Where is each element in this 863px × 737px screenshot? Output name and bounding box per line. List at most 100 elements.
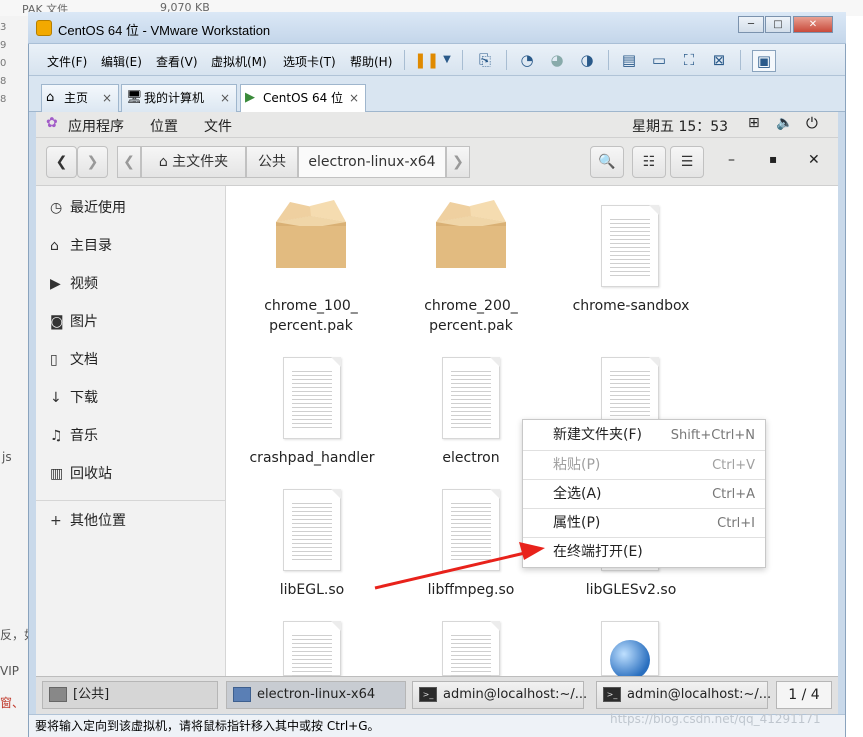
menu-vm[interactable]: 虚拟机(M) xyxy=(211,53,267,70)
minimize-button[interactable]: ─ xyxy=(738,16,764,33)
clock[interactable]: 星期五 15：53 xyxy=(632,116,728,136)
maximize-button[interactable]: □ xyxy=(765,16,791,33)
menu-item-select-all[interactable]: 全选(A) Ctrl+A xyxy=(523,479,765,509)
taskbar-item-electron[interactable]: electron-linux-x64 xyxy=(226,681,406,709)
menu-item-open-terminal[interactable]: 在终端打开(E) xyxy=(523,537,765,567)
host-fragment: VIP xyxy=(0,664,19,678)
network-icon[interactable]: ⊞ xyxy=(748,115,760,131)
sidebar-item-music[interactable]: ♫ 音乐 xyxy=(50,424,98,448)
send-keys-icon[interactable]: ⎘ xyxy=(474,50,496,70)
tab-close-icon[interactable]: × xyxy=(349,85,359,111)
console-view-icon[interactable]: ▣ xyxy=(752,50,776,72)
tab-close-icon[interactable]: × xyxy=(102,85,112,111)
toolbar-separator xyxy=(462,50,463,70)
menu-item-new-folder[interactable]: 新建文件夹(F) Shift+Ctrl+N xyxy=(523,421,765,450)
menu-item-shortcut: Ctrl+V xyxy=(712,458,755,473)
sidebar-item-other-locations[interactable]: + 其他位置 xyxy=(50,509,126,533)
sidebar-item-home[interactable]: ⌂ 主目录 xyxy=(50,234,112,258)
power-icon[interactable]: ⏻ xyxy=(806,114,818,132)
folder-icon xyxy=(233,687,251,702)
menu-tabs[interactable]: 选项卡(T) xyxy=(283,53,336,70)
pause-icon[interactable]: ❚❚ xyxy=(414,50,439,70)
tab-centos[interactable]: ▶ CentOS 64 位 × xyxy=(240,84,366,113)
sidebar-item-videos[interactable]: ▶ 视频 xyxy=(50,272,98,296)
host-fragment: 窗、 xyxy=(0,696,25,710)
document-icon[interactable] xyxy=(442,357,500,439)
taskbar-item-public[interactable]: [公共] xyxy=(42,681,218,709)
sidebar-item-downloads[interactable]: ↓ 下载 xyxy=(50,386,98,410)
sidebar-item-trash[interactable]: ▥ 回收站 xyxy=(50,462,112,486)
tab-close-icon[interactable]: × xyxy=(220,85,230,111)
menu-help[interactable]: 帮助(H) xyxy=(350,53,392,70)
library-icon[interactable]: ▤ xyxy=(618,50,640,70)
menu-item-label: 粘贴(P) xyxy=(553,457,601,473)
package-icon xyxy=(436,200,506,268)
chevron-down-icon[interactable]: ▼ xyxy=(436,50,458,70)
toolbar-separator xyxy=(740,50,741,70)
activities-icon[interactable]: ✿ xyxy=(46,115,58,131)
taskbar-item-label: electron-linux-x64 xyxy=(257,687,376,702)
file-name: libGLESv2.so xyxy=(585,582,677,598)
menu-view[interactable]: 查看(V) xyxy=(156,53,198,70)
sidebar-item-documents[interactable]: ▯ 文档 xyxy=(50,348,98,372)
document-icon[interactable] xyxy=(283,621,341,677)
taskbar-item-terminal-1[interactable]: >_ admin@localhost:~/... xyxy=(412,681,587,709)
document-icon[interactable] xyxy=(442,621,500,677)
file-item[interactable] xyxy=(432,198,510,276)
sidebar-item-pictures[interactable]: ◙ 图片 xyxy=(50,310,98,334)
fullscreen-icon[interactable]: ⛶ xyxy=(678,50,700,70)
close-button[interactable]: ✕ xyxy=(793,16,833,33)
sidebar-item-label: 下载 xyxy=(70,390,98,406)
snapshot-icon[interactable]: ◔ xyxy=(516,50,538,70)
volume-icon[interactable]: 🔈 xyxy=(776,115,793,131)
sidebar-item-label: 文档 xyxy=(70,352,98,368)
document-icon[interactable] xyxy=(283,357,341,439)
web-file-icon[interactable] xyxy=(601,621,659,680)
tab-home[interactable]: ⌂ 主页 × xyxy=(41,84,119,112)
menu-button[interactable]: ☰ xyxy=(670,146,704,178)
menu-item-properties[interactable]: 属性(P) Ctrl+I xyxy=(523,508,765,538)
file-name: chrome_200_ xyxy=(424,298,518,314)
applications-menu[interactable]: 应用程序 xyxy=(68,116,124,136)
breadcrumb-scroll-left[interactable]: ❮ xyxy=(117,146,141,178)
host-row-number: 8 xyxy=(0,76,7,87)
back-button[interactable]: ❮ xyxy=(46,146,77,178)
document-icon[interactable] xyxy=(601,205,659,287)
chevron-left-icon: ❮ xyxy=(55,154,68,170)
unity-icon[interactable]: ⊠ xyxy=(708,50,730,70)
breadcrumb-current[interactable]: electron-linux-x64 xyxy=(298,146,446,178)
snapshot-manager-icon[interactable]: ◑ xyxy=(576,50,598,70)
breadcrumb-public[interactable]: 公共 xyxy=(246,146,298,178)
search-button[interactable]: 🔍 xyxy=(590,146,624,178)
music-icon: ♫ xyxy=(50,428,63,444)
file-item[interactable] xyxy=(272,198,350,276)
menu-file[interactable]: 文件(F) xyxy=(47,53,87,70)
computer-icon: 🖥 xyxy=(126,90,143,105)
window-minimize-button[interactable]: – xyxy=(728,152,735,168)
files-menu[interactable]: 文件 xyxy=(204,116,232,136)
thumbnail-icon[interactable]: ▭ xyxy=(648,50,670,70)
tab-my-computer[interactable]: 🖥 我的计算机 × xyxy=(121,84,237,112)
breadcrumb-home[interactable]: ⌂ 主文件夹 xyxy=(141,146,246,178)
plus-icon: + xyxy=(50,513,62,529)
forward-button[interactable]: ❯ xyxy=(77,146,108,178)
file-name: libEGL.so xyxy=(279,582,345,598)
places-menu[interactable]: 位置 xyxy=(150,116,178,136)
taskbar-item-terminal-2[interactable]: >_ admin@localhost:~/... xyxy=(596,681,771,709)
workspace-pager[interactable]: 1 / 4 xyxy=(776,681,832,709)
chevron-right-icon: ❯ xyxy=(86,154,99,170)
menu-item-paste[interactable]: 粘贴(P) Ctrl+V xyxy=(523,450,765,480)
vm-running-icon: ▶ xyxy=(245,90,255,105)
sidebar-item-recent[interactable]: ◷ 最近使用 xyxy=(50,196,126,220)
toolbar-separator xyxy=(404,50,405,70)
window-close-button[interactable]: ✕ xyxy=(808,152,820,168)
revert-snapshot-icon[interactable]: ◕ xyxy=(546,50,568,70)
document-icon[interactable] xyxy=(442,489,500,571)
video-icon: ▶ xyxy=(50,276,61,292)
tab-label: CentOS 64 位 xyxy=(263,91,344,105)
document-icon[interactable] xyxy=(283,489,341,571)
breadcrumb-scroll-right[interactable]: ❯ xyxy=(446,146,470,178)
view-mode-button[interactable]: ☷ xyxy=(632,146,666,178)
window-maximize-button[interactable]: ▪ xyxy=(769,152,777,166)
menu-edit[interactable]: 编辑(E) xyxy=(101,53,142,70)
